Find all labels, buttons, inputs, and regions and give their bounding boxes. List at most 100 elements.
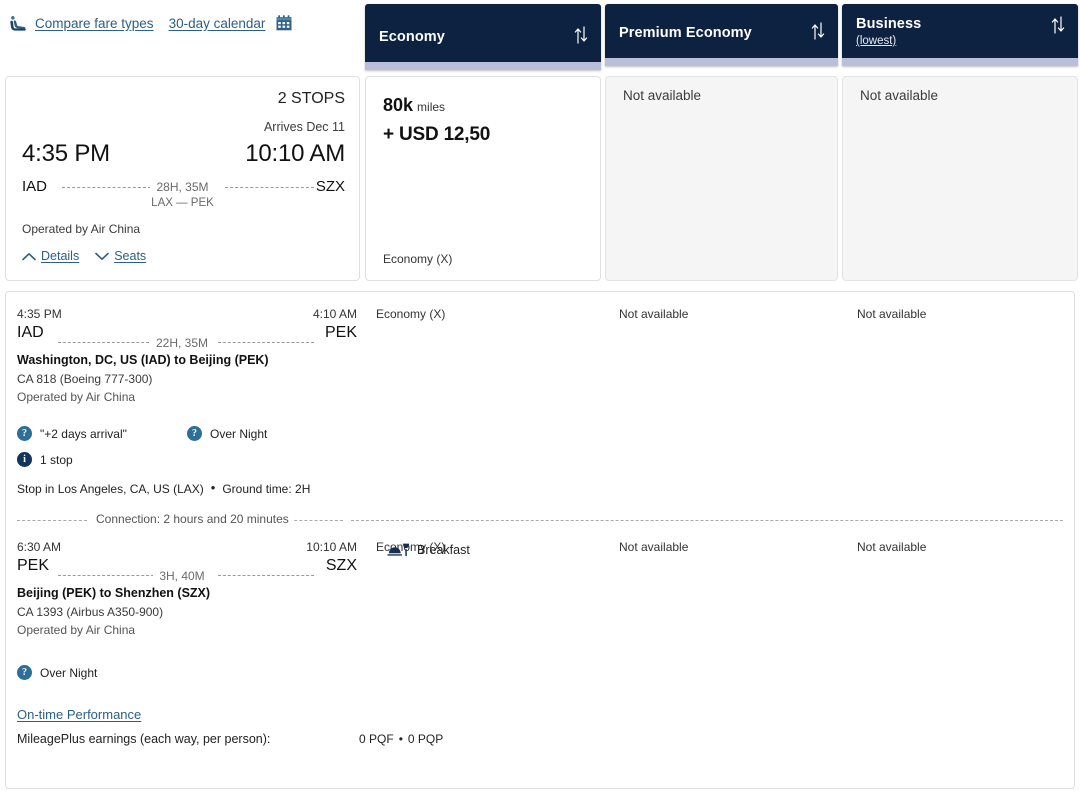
segment-times-row: 6:30 AM 10:10 AM PEK SZX 3H, 40M Economy… xyxy=(6,538,1074,584)
flight-details-panel: 4:35 PM 4:10 AM IAD PEK 22H, 35M Economy… xyxy=(5,291,1075,789)
compare-fare-types-link[interactable]: Compare fare types xyxy=(35,16,154,31)
segment-cabin-premium-economy: Not available xyxy=(619,540,689,554)
on-time-performance-link[interactable]: On-time Performance xyxy=(17,707,141,722)
question-icon: ? xyxy=(187,426,202,441)
segment-info: Washington, DC, US (IAD) to Beijing (PEK… xyxy=(6,351,1074,496)
badge-days-arrival[interactable]: ? "+2 days arrival" xyxy=(17,426,127,441)
segment-badges: ? Over Night xyxy=(17,665,1074,688)
pqp-value: 0 PQP xyxy=(407,732,444,746)
ground-time: Ground time: 2H xyxy=(222,482,311,496)
fare-column-accent-bar xyxy=(842,58,1078,66)
sort-arrows-icon[interactable] xyxy=(574,26,588,44)
meal-icon xyxy=(387,543,409,557)
flight-results-page: Compare fare types 30-day calendar Econo… xyxy=(0,0,1080,794)
segment-cabin-premium-economy: Not available xyxy=(619,307,689,321)
fare-class-label: Economy (X) xyxy=(383,252,453,266)
segment-times-row: 4:35 PM 4:10 AM IAD PEK 22H, 35M Economy… xyxy=(6,305,1074,351)
badge-label: 1 stop xyxy=(40,452,73,467)
value-separator: • xyxy=(398,732,403,746)
segment-operated-by: Operated by Air China xyxy=(17,623,136,637)
meal-label: Breakfast xyxy=(417,543,470,557)
segment-arrival-time: 10:10 AM xyxy=(306,540,357,554)
meal-service: Breakfast xyxy=(387,543,470,557)
fare-price-card-premium-economy: Not available xyxy=(605,76,838,281)
details-label: Details xyxy=(41,249,80,263)
calendar-icon[interactable] xyxy=(276,15,292,31)
not-available-label: Not available xyxy=(623,88,702,103)
segment-departure-time: 4:35 PM xyxy=(17,307,62,321)
seat-icon xyxy=(10,16,26,31)
summary-actions: Details Seats xyxy=(22,249,146,263)
arrival-date: Arrives Dec 11 xyxy=(263,120,345,134)
segment-cabin-business: Not available xyxy=(857,540,927,554)
on-time-performance-row: On-time Performance xyxy=(6,706,1074,724)
flight-segment-2: 6:30 AM 10:10 AM PEK SZX 3H, 40M Economy… xyxy=(6,521,1074,688)
stop-separator: • xyxy=(210,480,216,495)
total-duration-text: 28H, 35M xyxy=(150,180,215,194)
info-icon: i xyxy=(17,452,32,467)
stop-location: Stop in Los Angeles, CA, US (LAX) xyxy=(17,482,204,496)
total-duration: 28H, 35M xyxy=(6,180,359,194)
segment-badges-second: i 1 stop xyxy=(17,452,1074,472)
cash-surcharge: + USD 12,50 xyxy=(383,124,491,145)
sort-arrows-icon[interactable] xyxy=(811,22,825,40)
segment-route: Beijing (PEK) to Shenzhen (SZX) xyxy=(17,586,211,600)
badge-stop-count[interactable]: i 1 stop xyxy=(17,452,73,467)
fare-column-subtitle[interactable]: (lowest) xyxy=(856,34,1064,49)
award-miles-value: 80k xyxy=(383,95,414,115)
mileageplus-label: MileagePlus earnings (each way, per pers… xyxy=(17,732,271,746)
seats-label: Seats xyxy=(114,249,147,263)
question-icon: ? xyxy=(17,665,32,680)
award-miles-unit: miles xyxy=(417,100,446,114)
not-available-label: Not available xyxy=(860,88,939,103)
question-icon: ? xyxy=(17,426,32,441)
connection-airports: LAX — PEK xyxy=(151,197,214,209)
sort-arrows-icon[interactable] xyxy=(1051,16,1065,34)
fare-price-card-business: Not available xyxy=(842,76,1078,281)
seats-toggle[interactable]: Seats xyxy=(95,249,146,263)
fare-price-card-economy[interactable]: 80k miles + USD 12,50 Economy (X) xyxy=(365,76,601,281)
segment-cabin-business: Not available xyxy=(857,307,927,321)
segment-route: Washington, DC, US (IAD) to Beijing (PEK… xyxy=(17,353,269,367)
segment-cabin-economy: Economy (X) xyxy=(376,307,446,321)
segment-operated-by: Operated by Air China xyxy=(17,390,136,404)
stops-count: 2 STOPS xyxy=(277,90,345,107)
mileageplus-values: 0 PQF • 0 PQP xyxy=(359,732,443,746)
award-miles: 80k miles xyxy=(383,95,445,116)
segment-duration-text: 3H, 40M xyxy=(153,569,211,583)
pqf-value: 0 PQF xyxy=(359,732,394,746)
mileageplus-earnings-row: MileagePlus earnings (each way, per pers… xyxy=(6,732,1074,746)
fare-column-accent-bar xyxy=(365,62,601,70)
badge-over-night[interactable]: ? Over Night xyxy=(17,665,97,680)
flight-summary-card[interactable]: 2 STOPS Arrives Dec 11 4:35 PM 10:10 AM … xyxy=(5,76,360,281)
badge-over-night[interactable]: ? Over Night xyxy=(187,426,267,441)
segment-flight-number: CA 1393 (Airbus A350-900) xyxy=(17,605,164,619)
segment-info: Beijing (PEK) to Shenzhen (SZX) CA 1393 … xyxy=(6,543,1074,688)
fare-column-header-premium-economy[interactable]: Premium Economy xyxy=(605,4,838,66)
segment-badges: ? "+2 days arrival" ? Over Night xyxy=(17,426,1074,449)
segment-duration: 3H, 40M xyxy=(6,569,358,583)
segment-duration: 22H, 35M xyxy=(6,336,358,350)
fare-column-title: Economy xyxy=(379,29,445,45)
stop-details: Stop in Los Angeles, CA, US (LAX) • Ground… xyxy=(17,480,1074,496)
fare-column-header-economy[interactable]: Economy xyxy=(365,4,601,70)
segment-arrival-time: 4:10 AM xyxy=(312,307,357,321)
fare-column-accent-bar xyxy=(605,58,838,66)
segment-duration-text: 22H, 35M xyxy=(149,336,215,350)
fare-column-subtitle-text: (lowest) xyxy=(856,35,897,47)
operated-by: Operated by Air China xyxy=(22,222,141,236)
segment-flight-number: CA 818 (Boeing 777-300) xyxy=(17,372,153,386)
thirty-day-calendar-link[interactable]: 30-day calendar xyxy=(169,16,266,31)
fare-column-title: Business xyxy=(856,16,922,32)
badge-label: "+2 days arrival" xyxy=(40,426,127,441)
fare-column-header-business[interactable]: Business (lowest) xyxy=(842,4,1078,66)
arrival-time: 10:10 AM xyxy=(245,140,345,167)
chevron-up-icon xyxy=(22,252,36,260)
fare-column-title: Premium Economy xyxy=(619,25,752,41)
badge-label: Over Night xyxy=(210,426,268,441)
details-toggle[interactable]: Details xyxy=(22,249,79,263)
departure-time: 4:35 PM xyxy=(22,140,110,167)
segment-departure-time: 6:30 AM xyxy=(17,540,62,554)
chevron-down-icon xyxy=(95,252,110,260)
badge-label: Over Night xyxy=(40,665,98,680)
